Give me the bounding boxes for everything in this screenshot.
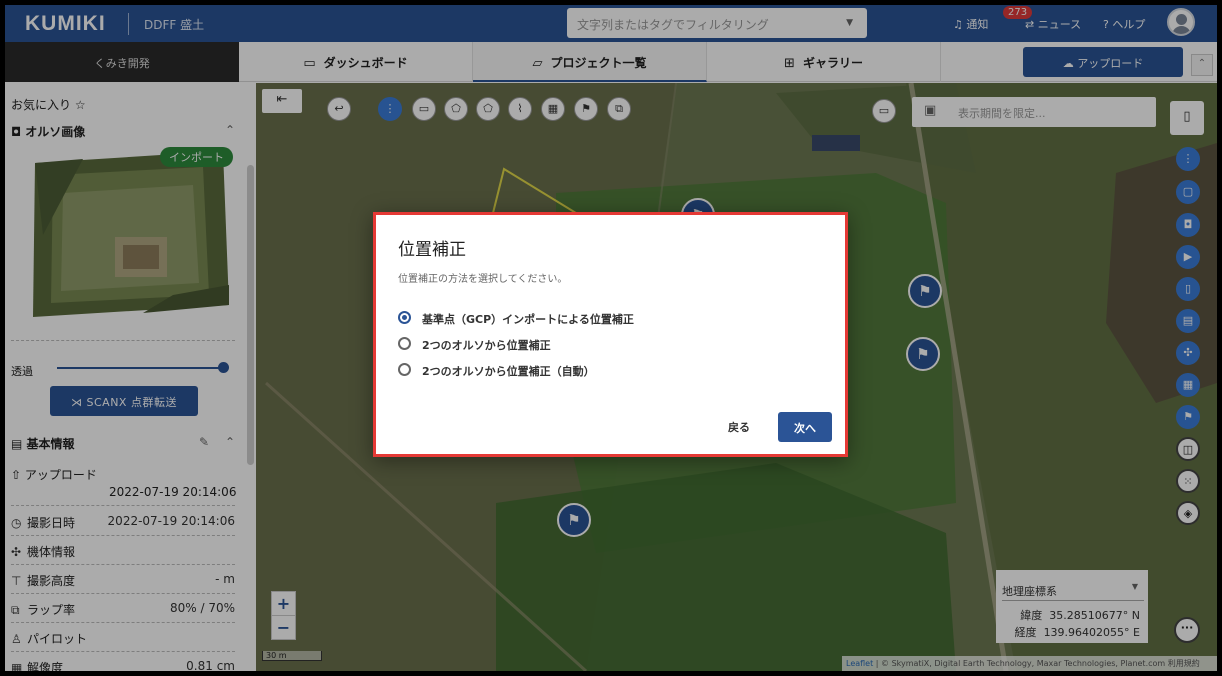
option-label: 基準点（GCP）インポートによる位置補正: [422, 313, 634, 326]
app-frame: KUMIKI DDFF 盛土 文字列またはタグでフィルタリング ▼ ♫ 通知 2…: [5, 5, 1217, 671]
dialog-title: 位置補正: [398, 240, 466, 260]
position-correction-dialog: 位置補正 位置補正の方法を選択してください。 基準点（GCP）インポートによる位…: [373, 212, 848, 457]
radio-unselected[interactable]: [398, 363, 411, 376]
option-label: 2つのオルソから位置補正（自動）: [422, 365, 595, 378]
option-label: 2つのオルソから位置補正: [422, 339, 551, 352]
back-button[interactable]: 戻る: [728, 419, 750, 435]
next-button[interactable]: 次へ: [778, 412, 832, 442]
dialog-subtitle: 位置補正の方法を選択してください。: [398, 274, 568, 285]
radio-selected[interactable]: [398, 311, 411, 324]
radio-unselected[interactable]: [398, 337, 411, 350]
